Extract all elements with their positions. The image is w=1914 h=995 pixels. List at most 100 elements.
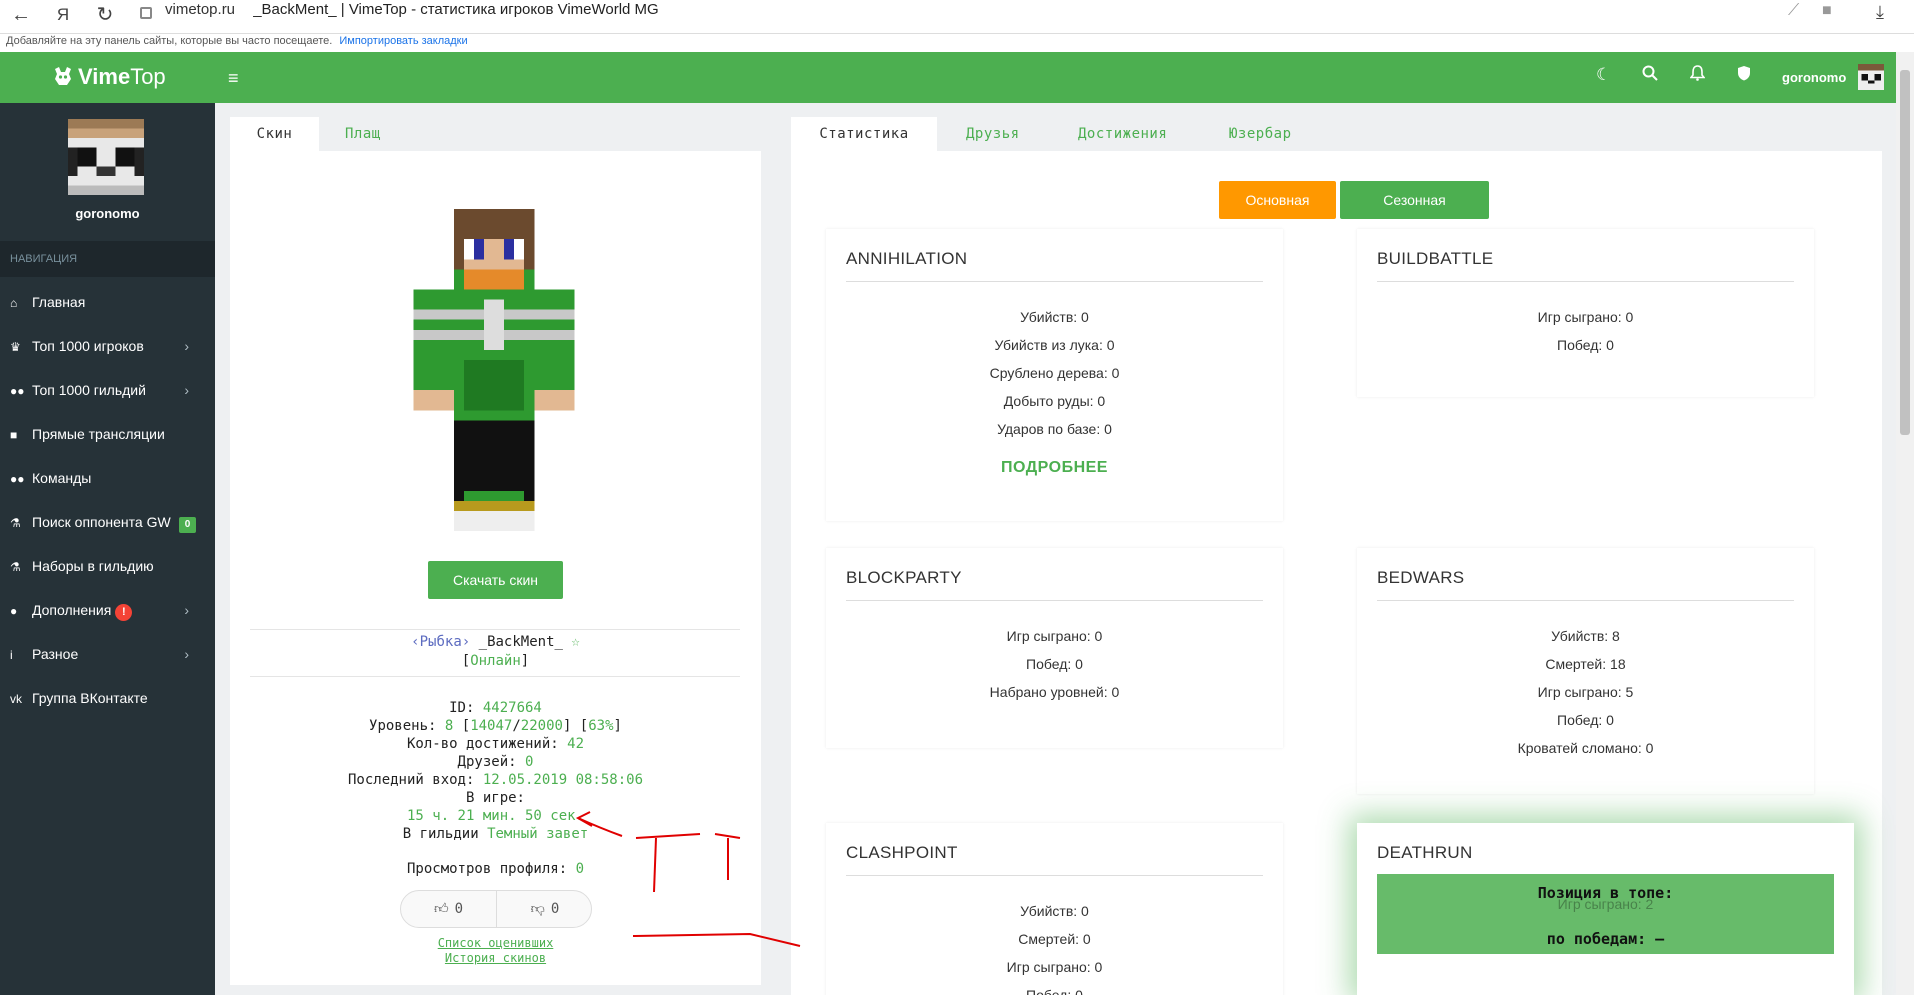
- tab-skin[interactable]: Скин: [230, 117, 319, 151]
- sidebar-item-vk[interactable]: vk Группа ВКонтакте: [0, 676, 215, 720]
- skin-preview: [413, 209, 575, 531]
- bell-icon[interactable]: [1689, 65, 1706, 86]
- back-arrow-icon[interactable]: ←: [8, 2, 34, 28]
- guild-link[interactable]: Темный завет: [487, 826, 588, 842]
- logo-top: Top: [130, 64, 166, 89]
- sidebar-item-label: Группа ВКонтакте: [32, 690, 148, 706]
- home-icon: ⌂: [10, 296, 18, 310]
- info-icon: i: [10, 648, 13, 662]
- stats-card: Основная Сезонная ANNIHILATION Убийств: …: [791, 151, 1882, 995]
- info-friends: Друзей: 0: [457, 754, 534, 770]
- sidebar-item-label: Главная: [32, 294, 86, 310]
- sidebar-item-label: Наборы в гильдию: [32, 558, 154, 574]
- stat-line: Смертей: 0: [1018, 931, 1091, 947]
- favorite-star-icon[interactable]: ☆: [571, 634, 579, 650]
- mode-season-button[interactable]: Сезонная: [1340, 181, 1489, 219]
- mode-main-button[interactable]: Основная: [1219, 181, 1336, 219]
- player-prefix: ‹Рыбка›: [411, 634, 471, 650]
- site-logo[interactable]: VimeTop: [52, 64, 166, 90]
- online-status: Онлайн: [470, 653, 521, 669]
- sidebar-username[interactable]: goronomo: [0, 206, 215, 221]
- sidebar-item-label: Топ 1000 игроков: [32, 338, 144, 354]
- download-icon[interactable]: ⤓: [1876, 2, 1884, 23]
- stat-line: Игр сыграно: 0: [1006, 959, 1103, 975]
- moon-icon[interactable]: ☾: [1596, 65, 1611, 85]
- sidebar: goronomo НАВИГАЦИЯ ⌂ Главная ♛ Топ 1000 иг…: [0, 103, 215, 995]
- header-avatar[interactable]: [1858, 64, 1884, 90]
- thumbs-up-icon: 👍︎: [433, 901, 449, 917]
- divider: [846, 600, 1263, 601]
- browser-toolbar: ← Я ↻ vimetop.ru _BackMent_ | VimeTop - …: [0, 0, 1914, 34]
- sidebar-item-label: Дополнения: [32, 602, 112, 618]
- stat-line: Убийств: 8: [1551, 628, 1620, 644]
- bookmark-icon[interactable]: ■: [1822, 2, 1832, 20]
- game-stats: Убийств: 0 Смертей: 0 Игр сыграно: 0 Поб…: [826, 897, 1283, 995]
- gw-count-badge: 0: [178, 517, 197, 533]
- sidebar-item-misc[interactable]: i Разное ›: [0, 632, 215, 676]
- stat-line: Кроватей сломано: 0: [1517, 740, 1654, 756]
- tab-achievements[interactable]: Достижения: [1078, 117, 1167, 151]
- stat-line: Набрано уровней: 0: [989, 684, 1120, 700]
- tab-friends[interactable]: Друзья: [966, 117, 1020, 151]
- tab-statistics[interactable]: Статистика: [791, 117, 937, 151]
- scroll-thumb[interactable]: [1900, 70, 1910, 435]
- address-title: _BackMent_ | VimeTop - статистика игроко…: [253, 1, 659, 18]
- bookmarks-bar: Добавляйте на эту панель сайты, которые …: [0, 34, 1914, 52]
- sidebar-item-guild-recruit[interactable]: ⚗ Наборы в гильдию: [0, 544, 215, 588]
- recruit-icon: ⚗: [10, 560, 21, 574]
- shield-icon[interactable]: [1737, 65, 1751, 86]
- profile-views: Просмотров профиля: 0: [406, 861, 585, 877]
- sidebar-item-teams[interactable]: ●● Команды: [0, 456, 215, 500]
- alert-badge: !: [115, 604, 133, 621]
- tooltip-wins-position: по победам: –: [1546, 930, 1665, 948]
- import-bookmarks-link[interactable]: Импортировать закладки: [339, 35, 467, 47]
- chevron-right-icon: ›: [184, 646, 189, 662]
- download-skin-button[interactable]: Скачать скин: [428, 561, 563, 599]
- sidebar-item-gw-opponent[interactable]: ⚗ Поиск оппонента GW 0: [0, 500, 215, 544]
- divider: [250, 676, 740, 677]
- reload-icon[interactable]: ↻: [92, 2, 118, 28]
- sidebar-item-streams[interactable]: ■ Прямые трансляции: [0, 412, 215, 456]
- game-card-clashpoint: CLASHPOINT Убийств: 0 Смертей: 0 Игр сыг…: [826, 823, 1283, 995]
- skin-card: Скачать скин ‹Рыбка› _BackMent_ ☆ [Онлай…: [230, 151, 761, 985]
- stat-line: Убийств: 0: [1020, 309, 1089, 325]
- trophy-icon: ♛: [10, 340, 21, 354]
- hamburger-icon[interactable]: ≡: [228, 68, 239, 89]
- sidebar-item-label: Поиск оппонента GW: [32, 514, 171, 530]
- game-card-annihilation: ANNIHILATION Убийств: 0 Убийств из лука:…: [826, 229, 1283, 521]
- more-details-link[interactable]: ПОДРОБНЕЕ: [826, 459, 1283, 477]
- video-icon: ■: [10, 428, 18, 442]
- yandex-icon[interactable]: Я: [50, 2, 76, 28]
- skin-history-link[interactable]: История скинов: [445, 951, 546, 965]
- sidebar-item-label: Команды: [32, 470, 92, 486]
- sidebar-item-top-players[interactable]: ♛ Топ 1000 игроков ›: [0, 324, 215, 368]
- pin-icon[interactable]: ⟋: [1788, 2, 1799, 20]
- address-bar[interactable]: vimetop.ru _BackMent_ | VimeTop - статис…: [165, 0, 659, 20]
- page-scrollbar[interactable]: [1896, 52, 1914, 995]
- stat-line: Игр сыграно: 5: [1537, 684, 1634, 700]
- flask-icon: ⚗: [10, 516, 21, 530]
- info-last-login: Последний вход: 12.05.2019 08:58:06: [347, 772, 644, 788]
- skin-links: Список оценивших История скинов: [230, 936, 761, 966]
- logo-vime: Vime: [78, 64, 131, 89]
- player-name-line: ‹Рыбка› _BackMent_ ☆: [230, 634, 761, 650]
- game-title: DEATHRUN: [1377, 843, 1473, 862]
- sidebar-item-home[interactable]: ⌂ Главная: [0, 280, 215, 324]
- tab-userbar[interactable]: Юзербар: [1229, 117, 1292, 151]
- raters-list-link[interactable]: Список оценивших: [438, 936, 554, 950]
- address-domain: vimetop.ru: [165, 1, 236, 18]
- like-button[interactable]: 👍︎ 0: [401, 891, 497, 927]
- search-icon[interactable]: [1642, 65, 1658, 86]
- stat-line: Игр сыграно: 0: [1006, 628, 1103, 644]
- chevron-right-icon: ›: [184, 338, 189, 354]
- vote-group: 👍︎ 0 👎︎ 0: [400, 890, 592, 928]
- drop-icon: ●: [10, 604, 18, 618]
- header-username[interactable]: goronomo: [1782, 70, 1846, 85]
- player-status-line: [Онлайн]: [461, 653, 530, 669]
- sidebar-nav: ⌂ Главная ♛ Топ 1000 игроков › ●● Топ 1000 г…: [0, 280, 215, 720]
- sidebar-item-top-guilds[interactable]: ●● Топ 1000 гильдий ›: [0, 368, 215, 412]
- tab-cape[interactable]: Плащ: [345, 117, 381, 151]
- sidebar-item-addons[interactable]: ● Дополнения! ›: [0, 588, 215, 632]
- dislike-button[interactable]: 👎︎ 0: [497, 891, 593, 927]
- lock-icon: [140, 7, 152, 19]
